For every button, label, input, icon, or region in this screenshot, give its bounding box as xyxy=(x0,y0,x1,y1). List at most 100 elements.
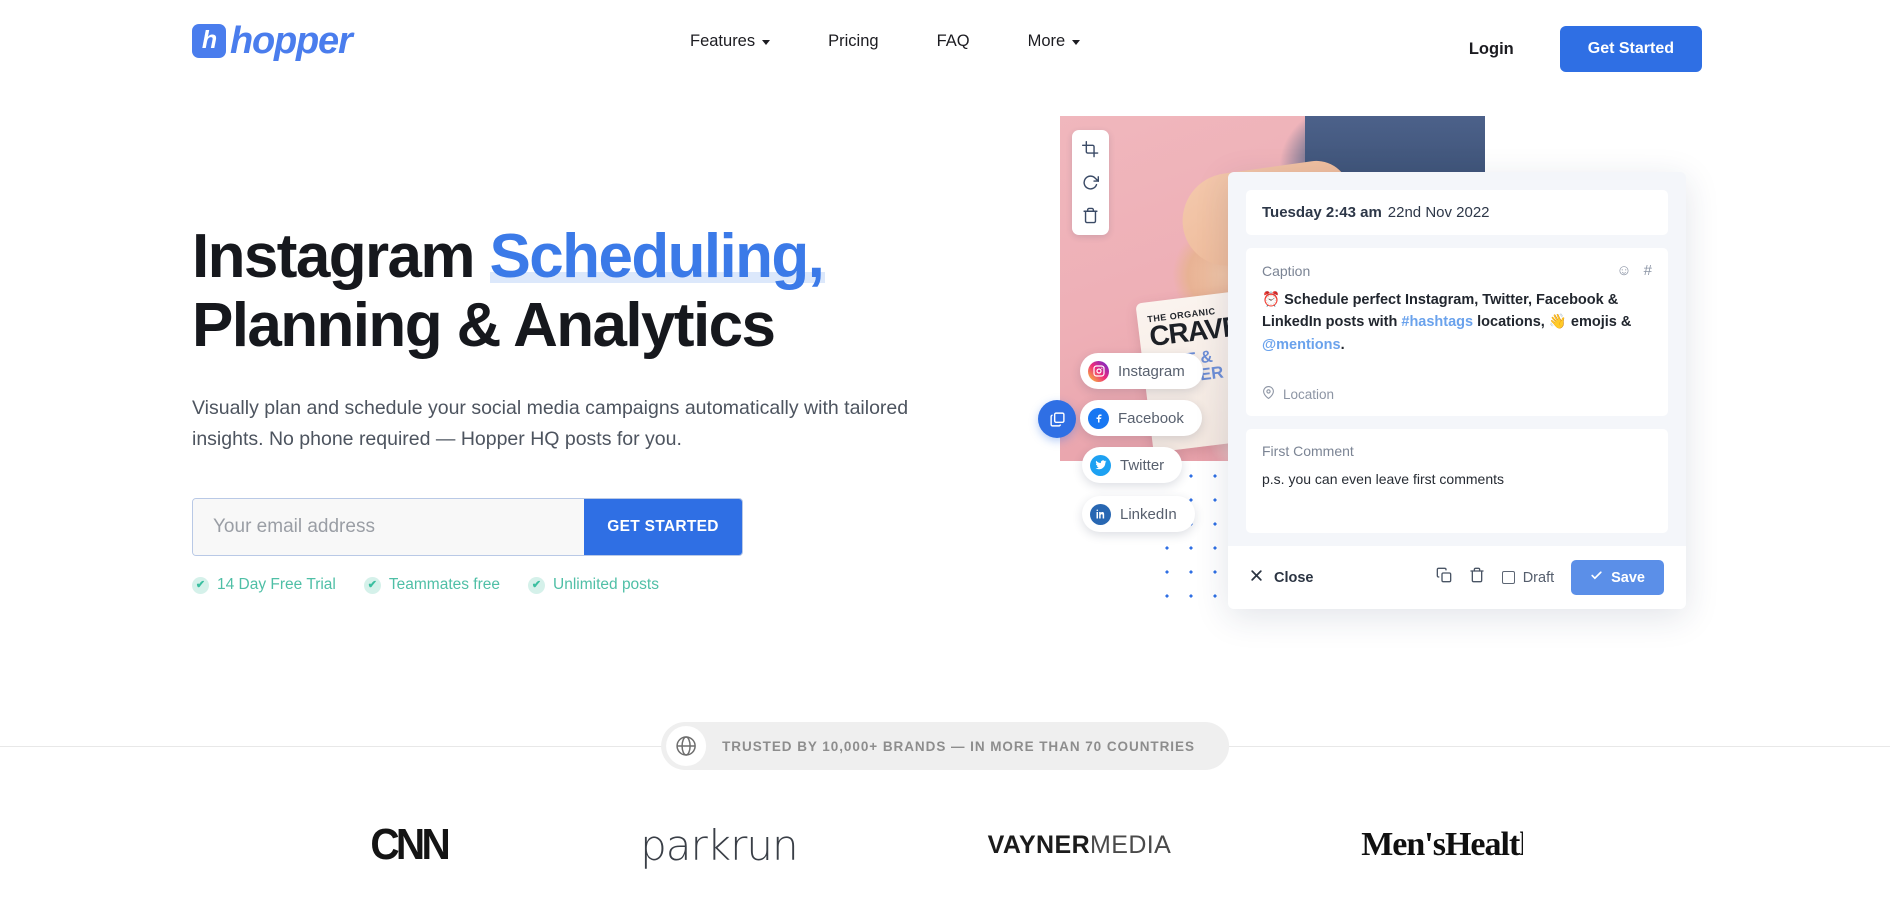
hero-title-line1-plain: Instagram xyxy=(192,222,490,291)
caption-tools: ☺ # xyxy=(1616,262,1652,279)
emoji-icon[interactable]: ☺ xyxy=(1616,262,1631,279)
hero-content: Instagram Scheduling, Planning & Analyti… xyxy=(192,222,952,594)
location-label: Location xyxy=(1283,386,1335,402)
location-row[interactable]: Location xyxy=(1262,386,1652,402)
page-title: Instagram Scheduling, Planning & Analyti… xyxy=(192,222,952,361)
nav-item-more[interactable]: More xyxy=(1028,32,1081,51)
perk-label: Unlimited posts xyxy=(553,576,659,594)
nav-item-features[interactable]: Features xyxy=(690,32,771,51)
login-link[interactable]: Login xyxy=(1469,40,1514,59)
landing-page: h hopper Features Pricing FAQ More Login… xyxy=(0,0,1890,914)
brand-logo-cnn: CNN xyxy=(370,820,450,869)
nav-label-faq: FAQ xyxy=(936,32,970,50)
perks-list: ✔ 14 Day Free Trial ✔ Teammates free ✔ U… xyxy=(192,576,952,594)
duplicate-icon[interactable] xyxy=(1436,567,1452,588)
nav-label-pricing: Pricing xyxy=(828,32,879,50)
linkedin-icon xyxy=(1090,503,1111,525)
schedule-date: 22nd Nov 2022 xyxy=(1387,204,1490,221)
first-comment-text[interactable]: p.s. you can even leave first comments xyxy=(1262,471,1652,487)
multi-image-icon[interactable] xyxy=(1038,400,1076,438)
close-icon xyxy=(1250,569,1263,586)
schedule-datetime-card[interactable]: Tuesday 2:43 am 22nd Nov 2022 xyxy=(1246,190,1668,235)
platform-label: LinkedIn xyxy=(1120,505,1177,523)
platform-pill-linkedin[interactable]: LinkedIn xyxy=(1082,496,1195,532)
hero-subtitle: Visually plan and schedule your social m… xyxy=(192,396,909,451)
first-comment-label: First Comment xyxy=(1262,443,1354,460)
draft-label: Draft xyxy=(1522,569,1555,586)
save-label: Save xyxy=(1611,569,1645,586)
logo[interactable]: h hopper xyxy=(192,20,353,62)
compose-panel: Tuesday 2:43 am 22nd Nov 2022 Caption ☺ #… xyxy=(1228,172,1686,610)
hashtag-icon[interactable]: # xyxy=(1644,262,1652,279)
platform-label: Instagram xyxy=(1118,362,1185,380)
globe-icon xyxy=(666,726,707,766)
caption-middle: locations, 👋 emojis & xyxy=(1473,314,1632,331)
signup-form: GET STARTED xyxy=(192,498,743,557)
trusted-by-badge: TRUSTED BY 10,000+ BRANDS — IN MORE THAN… xyxy=(661,722,1229,770)
nav-label-features: Features xyxy=(690,32,756,50)
caption-mention: @mentions xyxy=(1262,336,1341,353)
site-header: h hopper Features Pricing FAQ More Login… xyxy=(0,0,1890,96)
logo-wordmark: hopper xyxy=(230,20,353,62)
twitter-icon xyxy=(1090,454,1111,476)
platform-label: Twitter xyxy=(1120,456,1165,474)
nav-item-pricing[interactable]: Pricing xyxy=(828,32,878,51)
footer-actions: Draft Save xyxy=(1436,560,1664,596)
product-mockup: THE ORGANIC CRAVE SALT & PEPPER xyxy=(1010,100,1770,660)
check-icon xyxy=(1590,569,1603,586)
hero-title-highlight: Scheduling, xyxy=(489,222,825,291)
first-comment-card: First Comment p.s. you can even leave fi… xyxy=(1246,429,1668,534)
compose-panel-footer: Close Draft Save xyxy=(1228,546,1686,610)
platform-pill-instagram[interactable]: Instagram xyxy=(1080,353,1203,389)
nav-label-more: More xyxy=(1027,32,1066,50)
draft-checkbox[interactable]: Draft xyxy=(1501,569,1555,586)
caption-label: Caption xyxy=(1262,262,1311,279)
facebook-icon xyxy=(1088,407,1109,429)
brand-logo-parkrun: parkrun xyxy=(640,820,798,870)
perk-item: ✔ Teammates free xyxy=(363,576,501,594)
main-nav: Features Pricing FAQ More xyxy=(690,32,1081,51)
platform-pill-twitter[interactable]: Twitter xyxy=(1082,447,1183,483)
get-started-button[interactable]: Get Started xyxy=(1559,26,1702,72)
chevron-down-icon xyxy=(762,40,771,45)
crop-icon[interactable] xyxy=(1082,141,1099,158)
perk-label: 14 Day Free Trial xyxy=(217,576,336,594)
platform-pill-facebook[interactable]: Facebook xyxy=(1080,400,1202,436)
trash-icon[interactable] xyxy=(1469,567,1485,588)
caption-card: Caption ☺ # ⏰ Schedule perfect Instagram… xyxy=(1246,248,1668,417)
check-icon: ✔ xyxy=(363,576,381,594)
brand-logo-strip: CNN parkrun VAYNERMEDIA Men'sHealth xyxy=(0,800,1890,890)
check-icon: ✔ xyxy=(192,576,209,594)
location-pin-icon xyxy=(1262,386,1275,402)
caption-suffix: . xyxy=(1340,336,1345,353)
perk-label: Teammates free xyxy=(388,576,501,594)
trusted-by-text: TRUSTED BY 10,000+ BRANDS — IN MORE THAN… xyxy=(722,738,1195,754)
chevron-down-icon xyxy=(1072,40,1081,45)
signup-submit-button[interactable]: GET STARTED xyxy=(584,499,742,556)
perk-item: ✔ 14 Day Free Trial xyxy=(192,576,336,594)
close-button[interactable]: Close xyxy=(1250,569,1314,586)
brand-logo-menshealth: Men'sHealth xyxy=(1361,826,1524,863)
platform-label: Facebook xyxy=(1118,409,1184,427)
schedule-day-time: Tuesday 2:43 am xyxy=(1262,204,1382,221)
schedule-datetime: Tuesday 2:43 am 22nd Nov 2022 xyxy=(1262,204,1652,221)
check-icon: ✔ xyxy=(528,576,546,594)
brand-logo-vaynermedia: VAYNERMEDIA xyxy=(988,815,1172,875)
delete-icon[interactable] xyxy=(1082,207,1099,224)
email-field[interactable] xyxy=(193,499,584,556)
header-actions: Login Get Started xyxy=(1469,26,1702,72)
save-button[interactable]: Save xyxy=(1571,560,1664,596)
vayner-light: MEDIA xyxy=(1090,830,1172,859)
image-tools-toolbar xyxy=(1072,130,1109,235)
logo-mark-icon: h xyxy=(192,24,226,58)
nav-item-faq[interactable]: FAQ xyxy=(937,32,970,51)
instagram-icon xyxy=(1088,360,1109,382)
hero-title-line2: Planning & Analytics xyxy=(192,291,776,361)
caption-text[interactable]: ⏰ Schedule perfect Instagram, Twitter, F… xyxy=(1262,289,1652,356)
caption-header: Caption ☺ # xyxy=(1262,262,1652,279)
perk-item: ✔ Unlimited posts xyxy=(528,576,659,594)
vayner-bold: VAYNER xyxy=(987,830,1091,859)
checkbox-icon xyxy=(1501,571,1515,585)
caption-hashtag: #hashtags xyxy=(1401,314,1474,331)
rotate-icon[interactable] xyxy=(1082,174,1099,191)
